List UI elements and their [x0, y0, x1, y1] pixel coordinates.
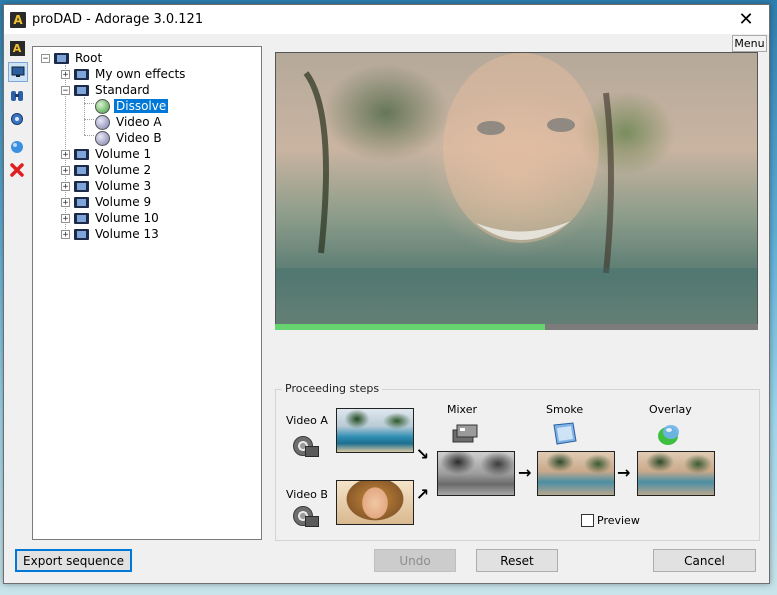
folder-icon [74, 83, 90, 97]
tree-node-root[interactable]: − Root [41, 50, 104, 66]
tree-node-label: Video A [116, 115, 162, 129]
folder-icon [74, 211, 90, 225]
side-toolbar: A [8, 39, 28, 184]
expand-icon[interactable]: + [61, 181, 70, 191]
expand-icon[interactable]: + [61, 229, 70, 239]
arrow-icon: → [518, 463, 532, 482]
reset-button[interactable]: Reset [476, 549, 558, 572]
preview-image [276, 53, 757, 327]
smoke-icon [553, 422, 577, 445]
expand-icon[interactable]: + [61, 213, 70, 223]
mixer-icon [452, 424, 478, 443]
title-bar: A proDAD - Adorage 3.0.121 ✕ [4, 5, 769, 34]
preview-label: Preview [597, 514, 640, 527]
folder-icon [74, 227, 90, 241]
menu-button[interactable]: Menu [732, 35, 767, 52]
tree-node-my-own-effects[interactable]: + My own effects [61, 66, 187, 82]
effect-icon [95, 114, 110, 130]
effect-icon [95, 130, 110, 146]
preview-checkbox[interactable] [581, 514, 594, 527]
video-b-thumbnail[interactable] [336, 480, 414, 525]
adorage-logo-icon[interactable]: A [8, 39, 26, 57]
group-title: Proceeding steps [282, 382, 383, 395]
tree-node-label: Volume 3 [95, 179, 152, 193]
folder-icon [54, 51, 70, 65]
adorage-logo-icon: A [10, 12, 26, 28]
tree-node-volume[interactable]: + Volume 9 [61, 194, 153, 210]
tree-node-volume[interactable]: + Volume 10 [61, 210, 161, 226]
overlay-icon [658, 425, 679, 445]
effects-tree[interactable]: − Root + My own effects − Standard Disso… [32, 46, 262, 540]
adorage-window: A proDAD - Adorage 3.0.121 ✕ Menu A − Ro… [3, 4, 770, 584]
tree-node-label: My own effects [95, 67, 186, 81]
tree-node-video-b[interactable]: Video B [95, 130, 164, 146]
playback-progress[interactable] [275, 324, 758, 330]
arrow-icon: → [411, 442, 435, 466]
mixer-output-thumbnail[interactable] [437, 451, 515, 496]
collapse-icon[interactable]: − [41, 53, 50, 63]
overlay-label: Overlay [649, 403, 692, 416]
tree-node-label: Root [75, 51, 103, 65]
overlay-output-thumbnail[interactable] [637, 451, 715, 496]
arrow-icon: → [410, 482, 434, 506]
progress-fill [275, 324, 546, 330]
smoke-output-thumbnail[interactable] [537, 451, 615, 496]
expand-icon[interactable]: + [61, 165, 70, 175]
sphere-icon[interactable] [8, 138, 26, 156]
tree-node-label: Volume 13 [95, 227, 159, 241]
arrow-icon: → [617, 463, 631, 482]
tree-node-video-a[interactable]: Video A [95, 114, 164, 130]
folder-icon [74, 67, 90, 81]
film-reel-icon [291, 504, 319, 528]
tree-node-label: Volume 1 [95, 147, 152, 161]
delete-icon[interactable] [8, 161, 26, 179]
undo-button[interactable]: Undo [374, 549, 456, 572]
video-preview [275, 52, 758, 328]
video-a-label: Video A [286, 414, 328, 427]
expand-icon[interactable]: + [61, 149, 70, 159]
tree-node-label: Standard [95, 83, 150, 97]
tree-node-dissolve[interactable]: Dissolve [95, 98, 169, 114]
film-reel-icon [291, 434, 319, 458]
cancel-button[interactable]: Cancel [653, 549, 756, 572]
folder-icon [74, 147, 90, 161]
tree-node-label: Dissolve [114, 99, 169, 113]
collapse-icon[interactable]: − [61, 85, 70, 95]
tree-node-label: Volume 9 [95, 195, 152, 209]
effect-icon [95, 98, 110, 114]
gear-icon[interactable] [8, 110, 26, 128]
video-a-thumbnail[interactable] [336, 408, 414, 453]
tree-line [84, 103, 94, 104]
tree-node-label: Video B [116, 131, 162, 145]
tree-node-volume[interactable]: + Volume 2 [61, 162, 153, 178]
proceeding-steps-group: Proceeding steps Video A Video B → → Mix… [275, 382, 760, 541]
binoculars-icon[interactable] [8, 87, 26, 105]
folder-icon [74, 163, 90, 177]
window-title: proDAD - Adorage 3.0.121 [32, 12, 204, 27]
tree-line [84, 135, 94, 136]
tree-node-volume[interactable]: + Volume 1 [61, 146, 153, 162]
monitor-icon[interactable] [8, 62, 28, 82]
tree-node-volume[interactable]: + Volume 13 [61, 226, 161, 242]
video-b-label: Video B [286, 488, 328, 501]
smoke-label: Smoke [546, 403, 584, 416]
folder-icon [74, 179, 90, 193]
tree-node-label: Volume 10 [95, 211, 159, 225]
tree-node-standard[interactable]: − Standard [61, 82, 152, 98]
expand-icon[interactable]: + [61, 69, 70, 79]
mixer-label: Mixer [447, 403, 478, 416]
tree-node-volume[interactable]: + Volume 3 [61, 178, 153, 194]
tree-line [84, 119, 94, 120]
expand-icon[interactable]: + [61, 197, 70, 207]
tree-node-label: Volume 2 [95, 163, 152, 177]
close-button[interactable]: ✕ [723, 5, 769, 34]
folder-icon [74, 195, 90, 209]
export-sequence-button[interactable]: Export sequence [15, 549, 132, 572]
